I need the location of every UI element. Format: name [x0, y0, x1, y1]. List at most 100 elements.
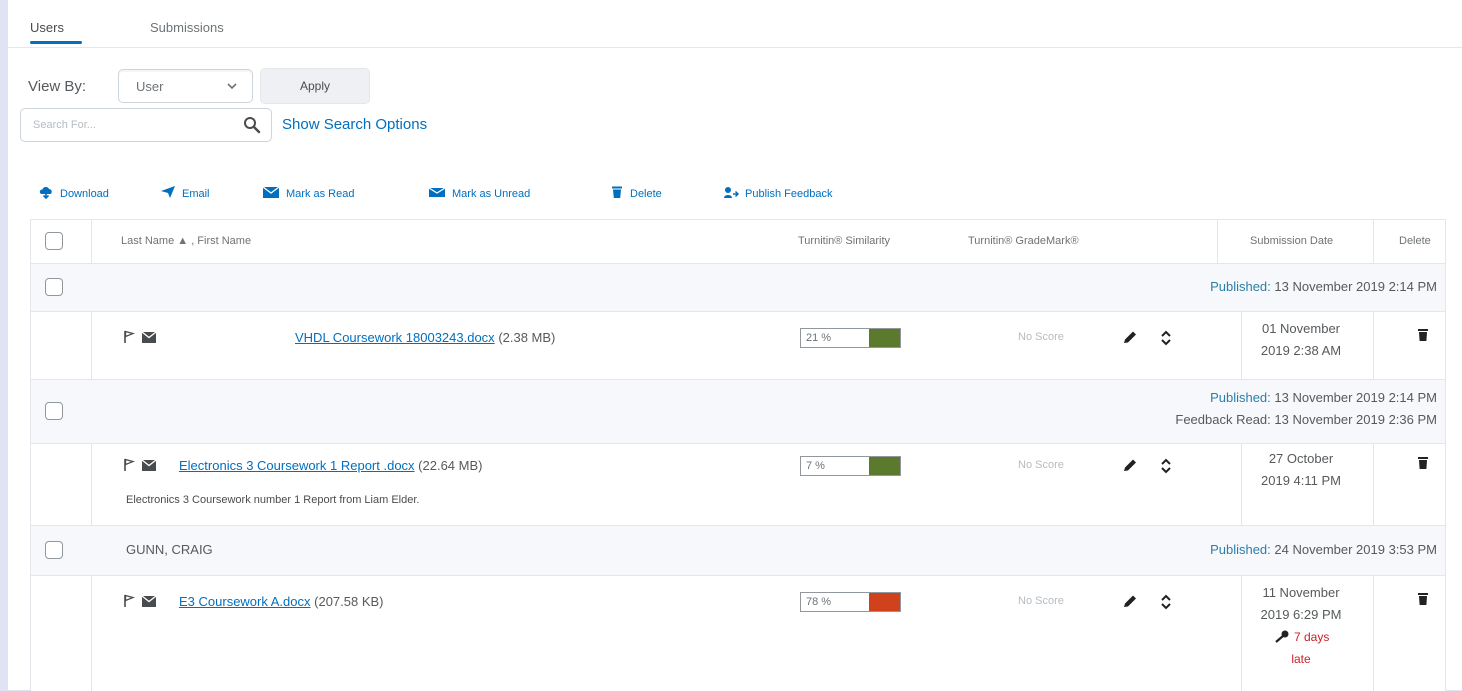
submission-row: VHDL Coursework 18003243.docx (2.38 MB) … — [31, 312, 1445, 380]
feedback-read-status: Feedback Read: 13 November 2019 2:36 PM — [1175, 412, 1437, 427]
mark-as-read-button[interactable]: Mark as Read — [262, 185, 354, 202]
column-divider — [91, 576, 92, 691]
sync-icon[interactable] — [1159, 457, 1173, 480]
submission-comment: Electronics 3 Coursework number 1 Report… — [126, 494, 420, 506]
delete-submission-icon[interactable] — [1417, 456, 1429, 475]
submission-file: Electronics 3 Coursework 1 Report .docx … — [179, 458, 482, 473]
submission-file: E3 Coursework A.docx (207.58 KB) — [179, 594, 384, 609]
student-group-row: Published: 13 November 2019 2:14 PM — [31, 264, 1445, 312]
header-name[interactable]: Last Name ▲ , First Name — [121, 235, 251, 247]
pencil-icon[interactable] — [1121, 458, 1139, 479]
mark-as-read-label: Mark as Read — [286, 187, 355, 200]
column-divider — [91, 312, 92, 380]
column-divider — [1373, 220, 1374, 264]
published-status: Published: 13 November 2019 2:14 PM — [1210, 279, 1437, 294]
search-placeholder: Search For... — [33, 119, 96, 131]
view-by-label: View By: — [28, 78, 87, 95]
tab-submissions[interactable]: Submissions — [150, 20, 224, 35]
file-size: (207.58 KB) — [314, 594, 384, 609]
grademark-score: No Score — [1018, 331, 1064, 343]
sync-icon[interactable] — [1159, 329, 1173, 352]
envelope-read-icon — [141, 594, 157, 608]
file-link[interactable]: Electronics 3 Coursework 1 Report .docx — [179, 458, 415, 473]
apply-button[interactable]: Apply — [260, 68, 370, 104]
envelope-read-icon — [141, 458, 157, 472]
publish-feedback-label: Publish Feedback — [745, 187, 833, 200]
similarity-badge[interactable]: 7 % — [800, 456, 901, 476]
mark-as-unread-label: Mark as Unread — [452, 187, 531, 200]
similarity-badge[interactable]: 21 % — [800, 328, 901, 348]
row-checkbox[interactable] — [45, 278, 63, 296]
show-search-options-link[interactable]: Show Search Options — [282, 116, 427, 133]
file-size: (2.38 MB) — [498, 330, 556, 345]
flag-icon[interactable] — [123, 330, 135, 344]
student-name: GUNN, CRAIG — [126, 542, 213, 557]
pencil-icon[interactable] — [1121, 330, 1139, 351]
flag-icon[interactable] — [123, 594, 135, 608]
similarity-percent: 21 % — [806, 332, 832, 344]
mark-as-unread-button[interactable]: Mark as Unread — [428, 185, 530, 202]
search-input[interactable]: Search For... — [20, 108, 272, 142]
pencil-icon[interactable] — [1121, 594, 1139, 615]
tab-users[interactable]: Users — [30, 20, 64, 35]
submission-file: VHDL Coursework 18003243.docx (2.38 MB) — [295, 330, 555, 345]
column-divider — [1373, 312, 1374, 380]
view-by-select[interactable]: User — [118, 69, 253, 103]
submission-date: 01 November 2019 2:38 AM — [1243, 318, 1359, 362]
submission-icons — [123, 458, 163, 472]
header-submission-date: Submission Date — [1250, 235, 1334, 247]
header-grademark: Turnitin® GradeMark® — [968, 235, 1079, 247]
table-header-row: Last Name ▲ , First Name Turnitin® Simil… — [31, 220, 1445, 264]
submission-date-time: 2019 6:29 PM — [1260, 607, 1342, 622]
download-icon — [38, 185, 60, 202]
similarity-percent: 7 % — [806, 460, 825, 472]
column-divider — [91, 220, 92, 264]
delete-button[interactable]: Delete — [610, 185, 662, 202]
row-checkbox[interactable] — [45, 541, 63, 559]
grademark-score: No Score — [1018, 459, 1064, 471]
submission-date-day: 11 November — [1262, 585, 1340, 600]
active-tab-indicator — [30, 41, 82, 44]
delete-submission-icon[interactable] — [1417, 592, 1429, 611]
view-by-selected-value: User — [136, 79, 164, 94]
submission-row: Electronics 3 Coursework 1 Report .docx … — [31, 444, 1445, 526]
student-group-row: GUNN, CRAIG Published: 24 November 2019 … — [31, 526, 1445, 576]
late-label: late — [1291, 652, 1311, 666]
delete-label: Delete — [630, 187, 662, 200]
row-checkbox[interactable] — [45, 402, 63, 420]
published-date: 13 November 2019 2:14 PM — [1270, 279, 1437, 294]
file-link[interactable]: VHDL Coursework 18003243.docx — [295, 330, 495, 345]
search-icon[interactable] — [241, 114, 263, 141]
similarity-color-block — [869, 329, 900, 347]
submission-date-day: 27 October — [1268, 451, 1334, 466]
flag-icon[interactable] — [123, 458, 135, 472]
file-link[interactable]: E3 Coursework A.docx — [179, 594, 311, 609]
column-divider — [91, 444, 92, 526]
download-button[interactable]: Download — [38, 185, 109, 202]
envelope-icon — [428, 185, 452, 202]
late-indicator: 7 days — [1243, 626, 1359, 648]
similarity-color-block — [869, 593, 900, 611]
email-label: Email — [182, 187, 210, 200]
envelope-open-icon — [262, 185, 286, 202]
delete-submission-icon[interactable] — [1417, 328, 1429, 347]
sync-icon[interactable] — [1159, 593, 1173, 616]
submissions-table: Last Name ▲ , First Name Turnitin® Simil… — [30, 219, 1446, 691]
student-group-row: Published: 13 November 2019 2:14 PM Feed… — [31, 380, 1445, 444]
published-status: Published: 24 November 2019 3:53 PM — [1210, 542, 1437, 557]
similarity-badge[interactable]: 78 % — [800, 592, 901, 612]
late-days: 7 days — [1293, 630, 1330, 644]
action-toolbar: Download Email Mark as Read Mark as Unre… — [38, 185, 938, 205]
similarity-color-block — [869, 457, 900, 475]
chevron-down-icon — [226, 76, 238, 99]
download-label: Download — [60, 187, 109, 200]
key-icon — [1273, 630, 1291, 644]
submission-date-time: 2019 2:38 AM — [1260, 343, 1342, 358]
publish-feedback-button[interactable]: Publish Feedback — [723, 185, 832, 202]
column-divider — [1373, 444, 1374, 526]
header-delete: Delete — [1399, 235, 1431, 247]
envelope-read-icon — [141, 330, 157, 344]
email-button[interactable]: Email — [160, 185, 210, 202]
feedback-read-date: 13 November 2019 2:36 PM — [1270, 412, 1437, 427]
select-all-checkbox[interactable] — [45, 232, 63, 250]
